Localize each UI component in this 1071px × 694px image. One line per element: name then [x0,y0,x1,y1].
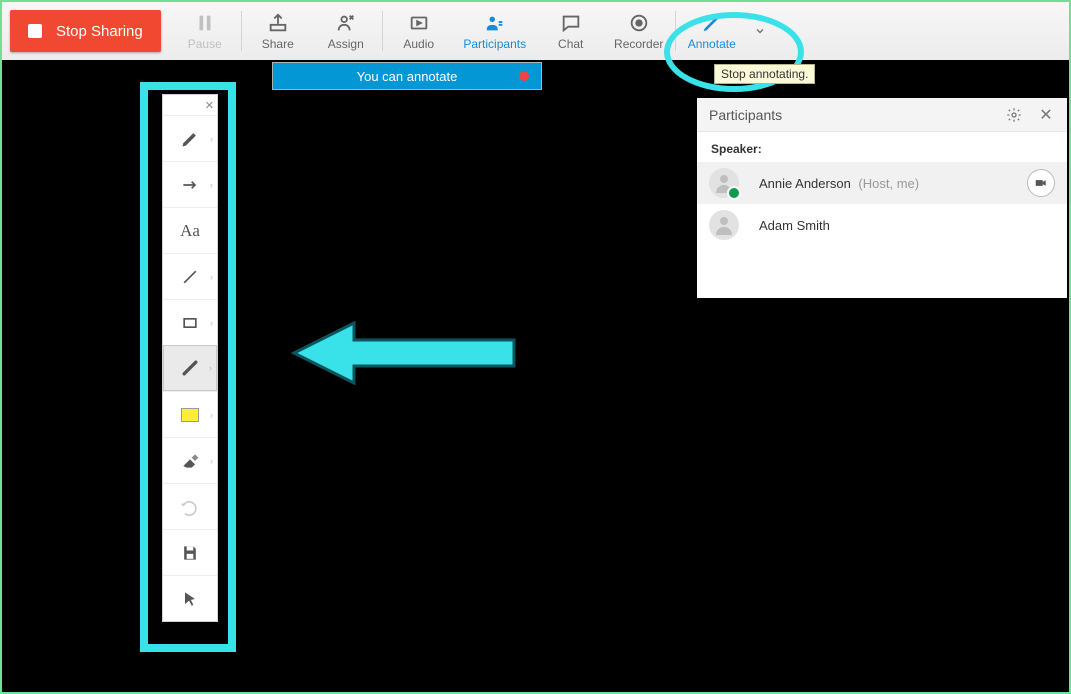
chat-icon [560,12,582,34]
pause-icon [194,12,216,34]
stop-sharing-button[interactable]: Stop Sharing [10,10,161,52]
recording-dot-icon [519,71,529,81]
chevron-right-icon: › [210,318,213,328]
participants-title: Participants [709,107,991,123]
annotation-arrow [284,318,524,388]
settings-button[interactable] [1005,106,1023,124]
annotate-label: Annotate [688,37,736,51]
divider [241,11,242,51]
notification-bar: You can annotate [272,62,542,90]
chevron-right-icon: › [209,363,212,373]
close-panel-button[interactable]: ✕ [1037,106,1055,124]
eraser-tool[interactable]: › [163,437,217,483]
chevron-right-icon: › [210,134,213,144]
pen-tool[interactable]: › [163,115,217,161]
share-button[interactable]: Share [244,2,312,60]
tooltip-text: Stop annotating. [721,67,808,81]
audio-button[interactable]: Audio [385,2,453,60]
stop-sharing-label: Stop Sharing [56,23,143,40]
main-toolbar: Stop Sharing Pause Share Assign Audio Pa… [2,2,1069,60]
presenter-badge-icon [727,186,741,200]
chevron-right-icon: › [210,180,213,190]
audio-label: Audio [403,37,434,51]
palette-close-button[interactable]: ✕ [163,95,217,115]
audio-icon [408,12,430,34]
pen-icon [180,129,200,149]
participant-name: Annie Anderson (Host, me) [759,176,1027,191]
participants-panel: Participants ✕ Speaker: Annie Anderson (… [697,98,1067,298]
line-tool[interactable]: › [163,253,217,299]
annotate-button[interactable]: Annotate [678,2,746,60]
chevron-right-icon: › [210,456,213,466]
divider [675,11,676,51]
more-dropdown[interactable] [746,2,774,60]
close-icon: ✕ [1039,105,1052,125]
annotate-icon [701,12,723,34]
arrow-icon [180,175,200,195]
chevron-down-icon [754,25,766,37]
participants-icon [484,12,506,34]
share-icon [267,12,289,34]
pause-button: Pause [171,2,239,60]
participant-name: Adam Smith [759,218,1055,233]
avatar [709,210,739,240]
recorder-icon [628,12,650,34]
color-tool[interactable]: › [163,391,217,437]
arrow-tool[interactable]: › [163,161,217,207]
gear-icon [1006,107,1022,123]
close-icon: ✕ [205,99,214,112]
person-icon [712,213,736,237]
chevron-right-icon: › [210,410,213,420]
text-icon: Aa [180,221,200,241]
chevron-right-icon: › [210,272,213,282]
participants-button[interactable]: Participants [453,2,537,60]
notification-text: You can annotate [357,69,458,84]
speaker-label: Speaker: [697,132,1067,162]
line-icon [180,267,200,287]
avatar [709,168,739,198]
participants-header: Participants ✕ [697,98,1067,132]
participants-label: Participants [463,37,526,51]
participant-row[interactable]: Annie Anderson (Host, me) [697,162,1067,204]
divider [382,11,383,51]
text-tool[interactable]: Aa [163,207,217,253]
stop-icon [28,24,42,38]
recorder-label: Recorder [614,37,663,51]
recorder-button[interactable]: Recorder [605,2,673,60]
rectangle-icon [180,313,200,333]
annotate-tooltip: Stop annotating. [714,64,815,84]
assign-button[interactable]: Assign [312,2,380,60]
share-label: Share [262,37,294,51]
camera-icon [1034,176,1048,190]
color-swatch-icon [181,408,199,422]
highlighter-tool[interactable]: › [163,345,217,391]
participant-name-text: Adam Smith [759,218,830,233]
pointer-icon [180,589,200,609]
camera-button[interactable] [1027,169,1055,197]
highlighter-icon [180,358,200,378]
eraser-icon [180,451,200,471]
pointer-tool[interactable] [163,575,217,621]
undo-tool[interactable] [163,483,217,529]
chat-button[interactable]: Chat [537,2,605,60]
chat-label: Chat [558,37,583,51]
participant-row[interactable]: Adam Smith [697,204,1067,246]
participant-name-text: Annie Anderson [759,176,851,191]
participant-sub-text: (Host, me) [858,176,919,191]
assign-icon [335,12,357,34]
assign-label: Assign [328,37,364,51]
save-icon [180,543,200,563]
annotation-palette: ✕ › › Aa › › › › › [162,94,218,622]
rectangle-tool[interactable]: › [163,299,217,345]
undo-icon [180,497,200,517]
save-tool[interactable] [163,529,217,575]
pause-label: Pause [188,37,222,51]
